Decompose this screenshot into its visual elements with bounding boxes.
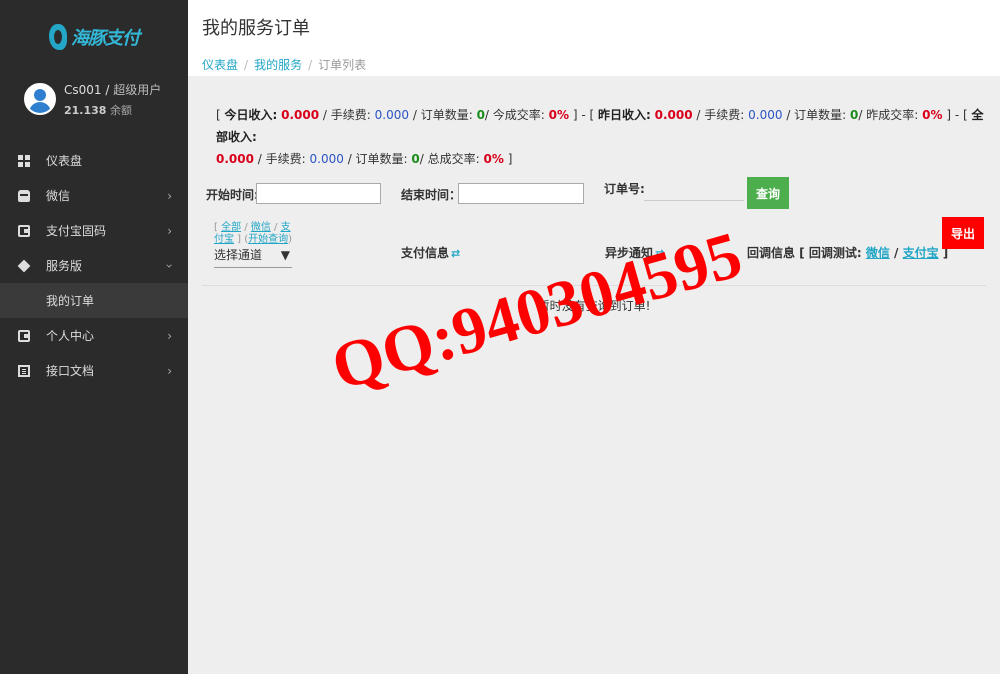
sidebar-item-wechat[interactable]: 微信 ›: [0, 178, 188, 213]
col-pay-info-label: 支付信息: [401, 246, 450, 260]
breadcrumb-dashboard[interactable]: 仪表盘: [202, 58, 238, 72]
breadcrumb: 仪表盘 / 我的服务 / 订单列表: [202, 58, 367, 72]
total-count-label: 订单数量:: [355, 152, 408, 166]
stats-summary: [ 今日收入: 0.000 / 手续费: 0.000 / 订单数量: 0/ 今成…: [216, 108, 984, 166]
today-income: 0.000: [281, 108, 320, 122]
today-fee: 0.000: [374, 108, 410, 122]
order-no-input[interactable]: [644, 180, 744, 201]
col-async-notify: 异步通知 ⇄: [605, 244, 664, 261]
sidebar-item-service[interactable]: 服务版 ›: [0, 248, 188, 283]
total-fee: 0.000: [309, 152, 344, 166]
avatar[interactable]: [24, 83, 56, 115]
yesterday-count: 0: [850, 108, 859, 122]
today-rate-label: 今成交率:: [492, 108, 545, 122]
breadcrumb-current: 订单列表: [318, 58, 367, 72]
yesterday-fee-label: 手续费:: [704, 108, 745, 122]
username: Cs001: [64, 82, 102, 97]
chevron-right-icon: ›: [167, 188, 172, 203]
brand-logo[interactable]: 海豚支付: [0, 0, 188, 74]
orders-empty-row: 暂时没有查询到订单!: [202, 285, 986, 325]
total-income: 0.000: [216, 152, 254, 166]
sidebar-item-dashboard[interactable]: 仪表盘: [0, 143, 188, 178]
page-title: 我的服务订单: [202, 18, 310, 39]
channel-link-wechat[interactable]: 微信: [251, 222, 271, 233]
chevron-right-icon: ›: [167, 223, 172, 238]
today-rate: 0%: [548, 108, 570, 122]
balance-value: 21.138: [64, 103, 107, 117]
today-fee-label: 手续费:: [330, 108, 371, 122]
yesterday-rate-label: 昨成交率:: [866, 108, 919, 122]
total-rate-label: 总成交率:: [427, 152, 480, 166]
query-button[interactable]: 查询: [747, 177, 789, 209]
sidebar-item-my-orders[interactable]: 我的订单: [0, 283, 188, 318]
sidebar-item-profile[interactable]: 个人中心 ›: [0, 318, 188, 353]
end-time-input[interactable]: [458, 183, 584, 204]
order-no-label: 订单号:: [604, 182, 645, 196]
start-time-input[interactable]: [256, 183, 381, 204]
today-count: 0: [476, 108, 485, 122]
sidebar-nav: 仪表盘 微信 › 支付宝固码 › 服务版 › 我的订单 个人中心 › 接口文档: [0, 143, 188, 388]
logo-text: 海豚支付: [71, 28, 140, 49]
callback-test-alipay[interactable]: 支付宝: [903, 246, 939, 260]
channel-select-value: 选择通道: [214, 248, 263, 262]
total-count: 0: [411, 152, 420, 166]
dropdown-arrow-icon: ▼: [280, 247, 290, 262]
balance-label: 余额: [109, 103, 132, 117]
link-icon[interactable]: ⇄: [655, 247, 664, 260]
yesterday-rate: 0%: [922, 108, 943, 122]
end-time-label: 结束时间：: [401, 188, 462, 202]
today-income-label: 今日收入:: [224, 108, 278, 122]
col-callback-label: 回调信息 [ 回调测试:: [747, 246, 862, 260]
user-panel: Cs001 / 超级用户 21.138 余额: [0, 74, 188, 124]
total-fee-label: 手续费:: [265, 152, 306, 166]
sidebar-item-alipay-code[interactable]: 支付宝固码 ›: [0, 213, 188, 248]
orders-table-header: [ 全部 / 微信 / 支付宝 ] (开始查询) 选择通道 ▼ 支付信息 ⇄ 异步…: [202, 217, 986, 284]
chevron-right-icon: ›: [167, 363, 172, 378]
yesterday-income-label: 昨日收入:: [597, 108, 651, 122]
yesterday-income: 0.000: [654, 108, 693, 122]
user-center-icon: [18, 329, 30, 342]
wechat-icon: [18, 189, 30, 202]
breadcrumb-my-service[interactable]: 我的服务: [254, 58, 302, 72]
docs-icon: [18, 364, 30, 377]
page-header: 我的服务订单 仪表盘 / 我的服务 / 订单列表: [188, 0, 1000, 76]
sidebar: 海豚支付 Cs001 / 超级用户 21.138 余额 仪表盘 微信 › 支付宝…: [0, 0, 188, 674]
channel-link-all[interactable]: 全部: [221, 222, 241, 233]
export-button[interactable]: 导出: [942, 217, 984, 249]
start-time-label: 开始时间:: [206, 188, 259, 202]
user-role: 超级用户: [113, 82, 162, 97]
col-callback-info: 回调信息 [ 回调测试: 微信 / 支付宝 ]: [747, 246, 949, 260]
dashboard-icon: [18, 154, 30, 167]
main-content: 我的服务订单 仪表盘 / 我的服务 / 订单列表 [ 今日收入: 0.000 / 手续费…: [188, 0, 1000, 674]
chevron-right-icon: ›: [167, 328, 172, 343]
chevron-down-icon: ›: [162, 263, 177, 268]
today-count-label: 订单数量:: [420, 108, 473, 122]
dolphin-logo-icon: [49, 24, 67, 50]
filter-bar: 开始时间: 结束时间： 订单号: 查询: [204, 177, 984, 210]
callback-test-wechat[interactable]: 微信: [866, 246, 890, 260]
link-icon[interactable]: ⇄: [451, 247, 460, 260]
yesterday-count-label: 订单数量:: [794, 108, 847, 122]
layers-icon: [17, 259, 31, 272]
wallet-icon: [18, 224, 30, 237]
sidebar-item-api-docs[interactable]: 接口文档 ›: [0, 353, 188, 388]
channel-select[interactable]: 选择通道 ▼: [214, 242, 292, 268]
col-async-notify-label: 异步通知: [605, 246, 654, 260]
yesterday-fee: 0.000: [748, 108, 783, 122]
col-pay-info: 支付信息 ⇄: [401, 244, 460, 261]
total-rate: 0%: [483, 152, 504, 166]
